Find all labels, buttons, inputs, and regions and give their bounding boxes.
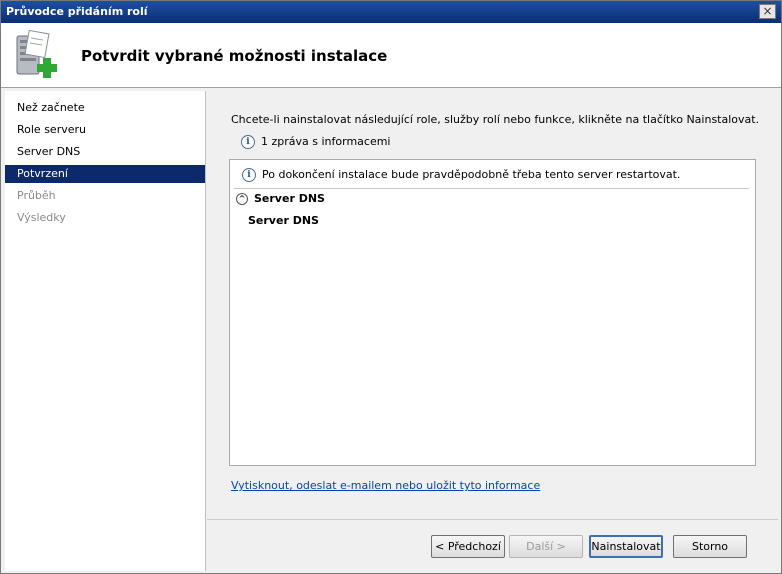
install-button[interactable]: Nainstalovat: [589, 535, 663, 558]
main-content: Chcete-li nainstalovat následující role,…: [207, 91, 778, 519]
page-title: Potvrdit vybrané možnosti instalace: [81, 47, 388, 65]
collapse-icon[interactable]: ^: [236, 193, 248, 205]
sidebar-item-dns-server[interactable]: Server DNS: [5, 143, 205, 161]
sidebar-item-confirmation[interactable]: Potvrzení: [5, 165, 205, 183]
info-icon: i: [242, 168, 256, 182]
wizard-window: Průvodce přidáním rolí × Potvrdit vybran…: [0, 0, 782, 574]
wizard-footer: < Předchozí Další > Nainstalovat Storno: [207, 519, 778, 572]
confirmation-list[interactable]: i Po dokončení instalace bude pravděpodob…: [229, 159, 756, 466]
role-item-dns-server: Server DNS: [248, 214, 319, 227]
info-icon: i: [241, 135, 255, 149]
group-header-dns-server[interactable]: ^ Server DNS: [236, 192, 325, 205]
group-title: Server DNS: [254, 192, 325, 205]
instruction-text: Chcete-li nainstalovat následující role,…: [231, 113, 760, 126]
previous-button[interactable]: < Předchozí: [431, 535, 505, 558]
restart-info-message: i Po dokončení instalace bude pravděpodob…: [242, 168, 680, 182]
cancel-button[interactable]: Storno: [673, 535, 747, 558]
wizard-header: Potvrdit vybrané možnosti instalace: [1, 23, 781, 88]
server-add-icon: [16, 30, 57, 78]
wizard-navigation: Než začnete Role serveru Server DNS Potv…: [5, 91, 206, 571]
sidebar-item-before-you-begin[interactable]: Než začnete: [5, 99, 205, 117]
sidebar-item-results: Výsledky: [17, 211, 66, 224]
restart-info-text: Po dokončení instalace bude pravděpodobn…: [262, 168, 681, 181]
next-button: Další >: [509, 535, 583, 558]
message-count-label: 1 zpráva s informacemi: [261, 135, 391, 148]
title-bar[interactable]: Průvodce přidáním rolí ×: [1, 1, 781, 23]
list-divider: [234, 188, 749, 189]
sidebar-item-server-roles[interactable]: Role serveru: [5, 121, 205, 139]
print-email-save-link[interactable]: Vytisknout, odeslat e-mailem nebo uložit…: [231, 479, 540, 492]
window-title: Průvodce přidáním rolí: [6, 5, 148, 18]
message-count: i 1 zpráva s informacemi: [241, 135, 391, 149]
sidebar-item-progress: Průběh: [17, 189, 56, 202]
close-icon[interactable]: ×: [759, 4, 776, 19]
